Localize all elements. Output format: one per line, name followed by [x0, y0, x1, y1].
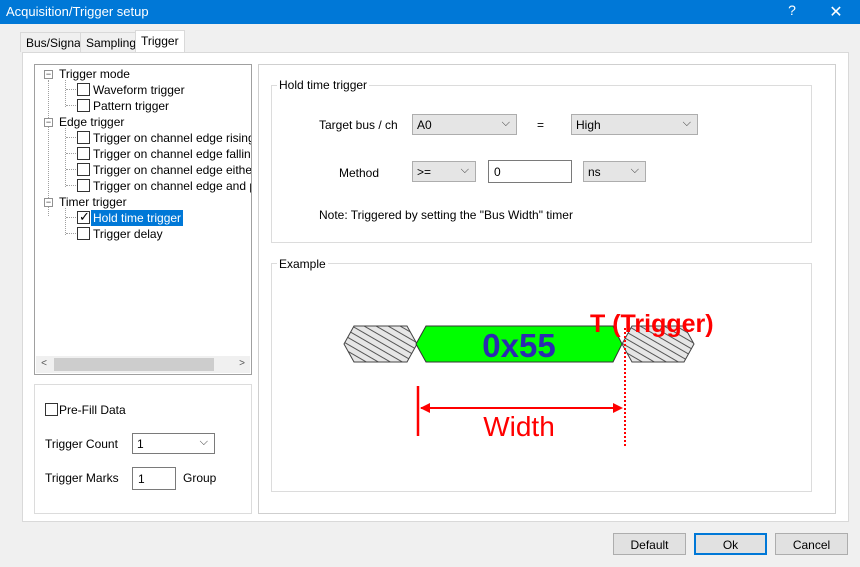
scroll-left-icon[interactable]: < — [36, 358, 52, 371]
checkbox[interactable] — [77, 227, 90, 240]
tree-connector — [65, 80, 66, 107]
tree-connector — [66, 233, 76, 234]
tree-item-label: Pattern trigger — [93, 99, 170, 113]
chevron-down-icon: ⌵ — [630, 164, 639, 176]
hold-time-example-diagram: 0x55 T (Trigger) Width — [343, 310, 714, 448]
method-value: >= — [417, 165, 432, 179]
tree-connector — [66, 169, 76, 170]
tree-item-label: Trigger on channel edge and patt — [93, 179, 252, 193]
trigger-label: T (Trigger) — [590, 310, 714, 338]
trigger-count-value: 1 — [137, 437, 144, 451]
hold-time-note: Note: Triggered by setting the "Bus Widt… — [319, 208, 573, 222]
prefill-data-checkbox[interactable]: Pre-Fill Data — [45, 403, 126, 417]
tree-item-label: Trigger delay — [93, 227, 163, 241]
collapse-icon[interactable]: − — [44, 198, 53, 207]
target-bus-select[interactable]: A0 ⌵ — [412, 114, 517, 135]
window-title: Acquisition/Trigger setup — [6, 4, 149, 19]
checkbox[interactable] — [77, 131, 90, 144]
tree-node-timer-trigger[interactable]: Timer trigger — [57, 195, 129, 211]
tree-connector — [66, 137, 76, 138]
tree-item-edge-and-pattern[interactable]: Trigger on channel edge and patt — [77, 179, 252, 195]
arrow-left-icon — [420, 403, 430, 413]
hold-time-input[interactable]: 0 — [488, 160, 572, 183]
tree-connector — [48, 80, 49, 216]
tab-trigger[interactable]: Trigger — [135, 30, 185, 53]
tree-item-edge-either[interactable]: Trigger on channel edge either — [77, 163, 252, 179]
target-bus-value: A0 — [417, 118, 432, 132]
trigger-marks-label: Trigger Marks — [45, 471, 119, 485]
tree-item-trigger-delay[interactable]: Trigger delay — [77, 227, 165, 243]
tab-sampling[interactable]: Sampling — [80, 32, 143, 52]
tab-bus-signal[interactable]: Bus/Signal — [20, 32, 90, 52]
tree-item-label: Hold time trigger — [91, 210, 184, 226]
close-icon[interactable]: ✕ — [825, 2, 847, 22]
arrow-right-icon — [613, 403, 623, 413]
horizontal-scrollbar[interactable]: < > — [36, 356, 250, 373]
scroll-thumb[interactable] — [54, 358, 214, 371]
tree-node-label: Edge trigger — [59, 115, 125, 129]
help-icon[interactable]: ? — [783, 2, 801, 22]
tree-node-label: Trigger mode — [59, 67, 130, 81]
example-group-title: Example — [277, 257, 328, 271]
tree-item-label: Trigger on channel edge falling — [93, 147, 252, 161]
tree-connector — [66, 217, 76, 218]
chevron-down-icon: ⌵ — [199, 436, 208, 448]
tree-item-pattern-trigger[interactable]: Pattern trigger — [77, 99, 171, 115]
method-select[interactable]: >= ⌵ — [412, 161, 476, 182]
checkmark-icon: ✓ — [79, 209, 90, 224]
tree-connector — [66, 105, 76, 106]
tree-item-edge-rising[interactable]: Trigger on channel edge rising — [77, 131, 252, 147]
ok-button[interactable]: Ok — [694, 533, 767, 555]
cancel-button[interactable]: Cancel — [775, 533, 848, 555]
hold-time-group-title: Hold time trigger — [277, 78, 370, 92]
hatched-segment-left — [343, 325, 418, 363]
equals-sign: = — [537, 118, 545, 132]
collapse-icon[interactable]: − — [44, 70, 53, 79]
tree-item-label: Trigger on channel edge rising — [93, 131, 252, 145]
checkbox[interactable]: ✓ — [77, 209, 90, 224]
prefill-data-label: Pre-Fill Data — [59, 403, 126, 417]
tree-item-waveform-trigger[interactable]: Waveform trigger — [77, 83, 187, 99]
default-button[interactable]: Default — [613, 533, 686, 555]
unit-select[interactable]: ns ⌵ — [583, 161, 646, 182]
tree-connector — [66, 153, 76, 154]
unit-value: ns — [588, 165, 601, 179]
tree-item-label: Waveform trigger — [93, 83, 185, 97]
tree-item-label: Trigger on channel edge either — [93, 163, 252, 177]
tree-connector — [66, 89, 76, 90]
tree-connector — [65, 208, 66, 235]
checkbox[interactable] — [77, 147, 90, 160]
tree-node-label: Timer trigger — [59, 195, 127, 209]
tree-connector — [66, 185, 76, 186]
level-value: High — [576, 118, 601, 132]
target-bus-label: Target bus / ch — [319, 118, 398, 132]
scroll-right-icon[interactable]: > — [234, 358, 250, 371]
title-bar: Acquisition/Trigger setup ? ✕ — [0, 0, 860, 24]
tree-item-hold-time-trigger[interactable]: ✓ Hold time trigger — [77, 209, 184, 227]
chevron-down-icon: ⌵ — [460, 164, 469, 176]
level-select[interactable]: High ⌵ — [571, 114, 698, 135]
width-label: Width — [483, 411, 555, 442]
method-label: Method — [339, 166, 380, 180]
collapse-icon[interactable]: − — [44, 118, 53, 127]
checkbox[interactable] — [77, 99, 90, 112]
group-label: Group — [183, 471, 217, 485]
chevron-down-icon: ⌵ — [501, 117, 510, 129]
trigger-count-label: Trigger Count — [45, 437, 118, 451]
trigger-marks-input[interactable]: 1 — [132, 467, 176, 490]
checkbox[interactable] — [77, 179, 90, 192]
chevron-down-icon: ⌵ — [682, 117, 691, 129]
checkbox[interactable] — [45, 403, 58, 416]
trigger-count-select[interactable]: 1 ⌵ — [132, 433, 215, 454]
data-value-label: 0x55 — [482, 327, 555, 364]
tree-item-edge-falling[interactable]: Trigger on channel edge falling — [77, 147, 252, 163]
tree-node-trigger-mode[interactable]: Trigger mode — [57, 67, 132, 83]
checkbox[interactable] — [77, 83, 90, 96]
checkbox[interactable] — [77, 163, 90, 176]
trigger-tree[interactable]: − Trigger mode Waveform trigger Pattern … — [34, 64, 252, 375]
tree-node-edge-trigger[interactable]: Edge trigger — [57, 115, 126, 131]
